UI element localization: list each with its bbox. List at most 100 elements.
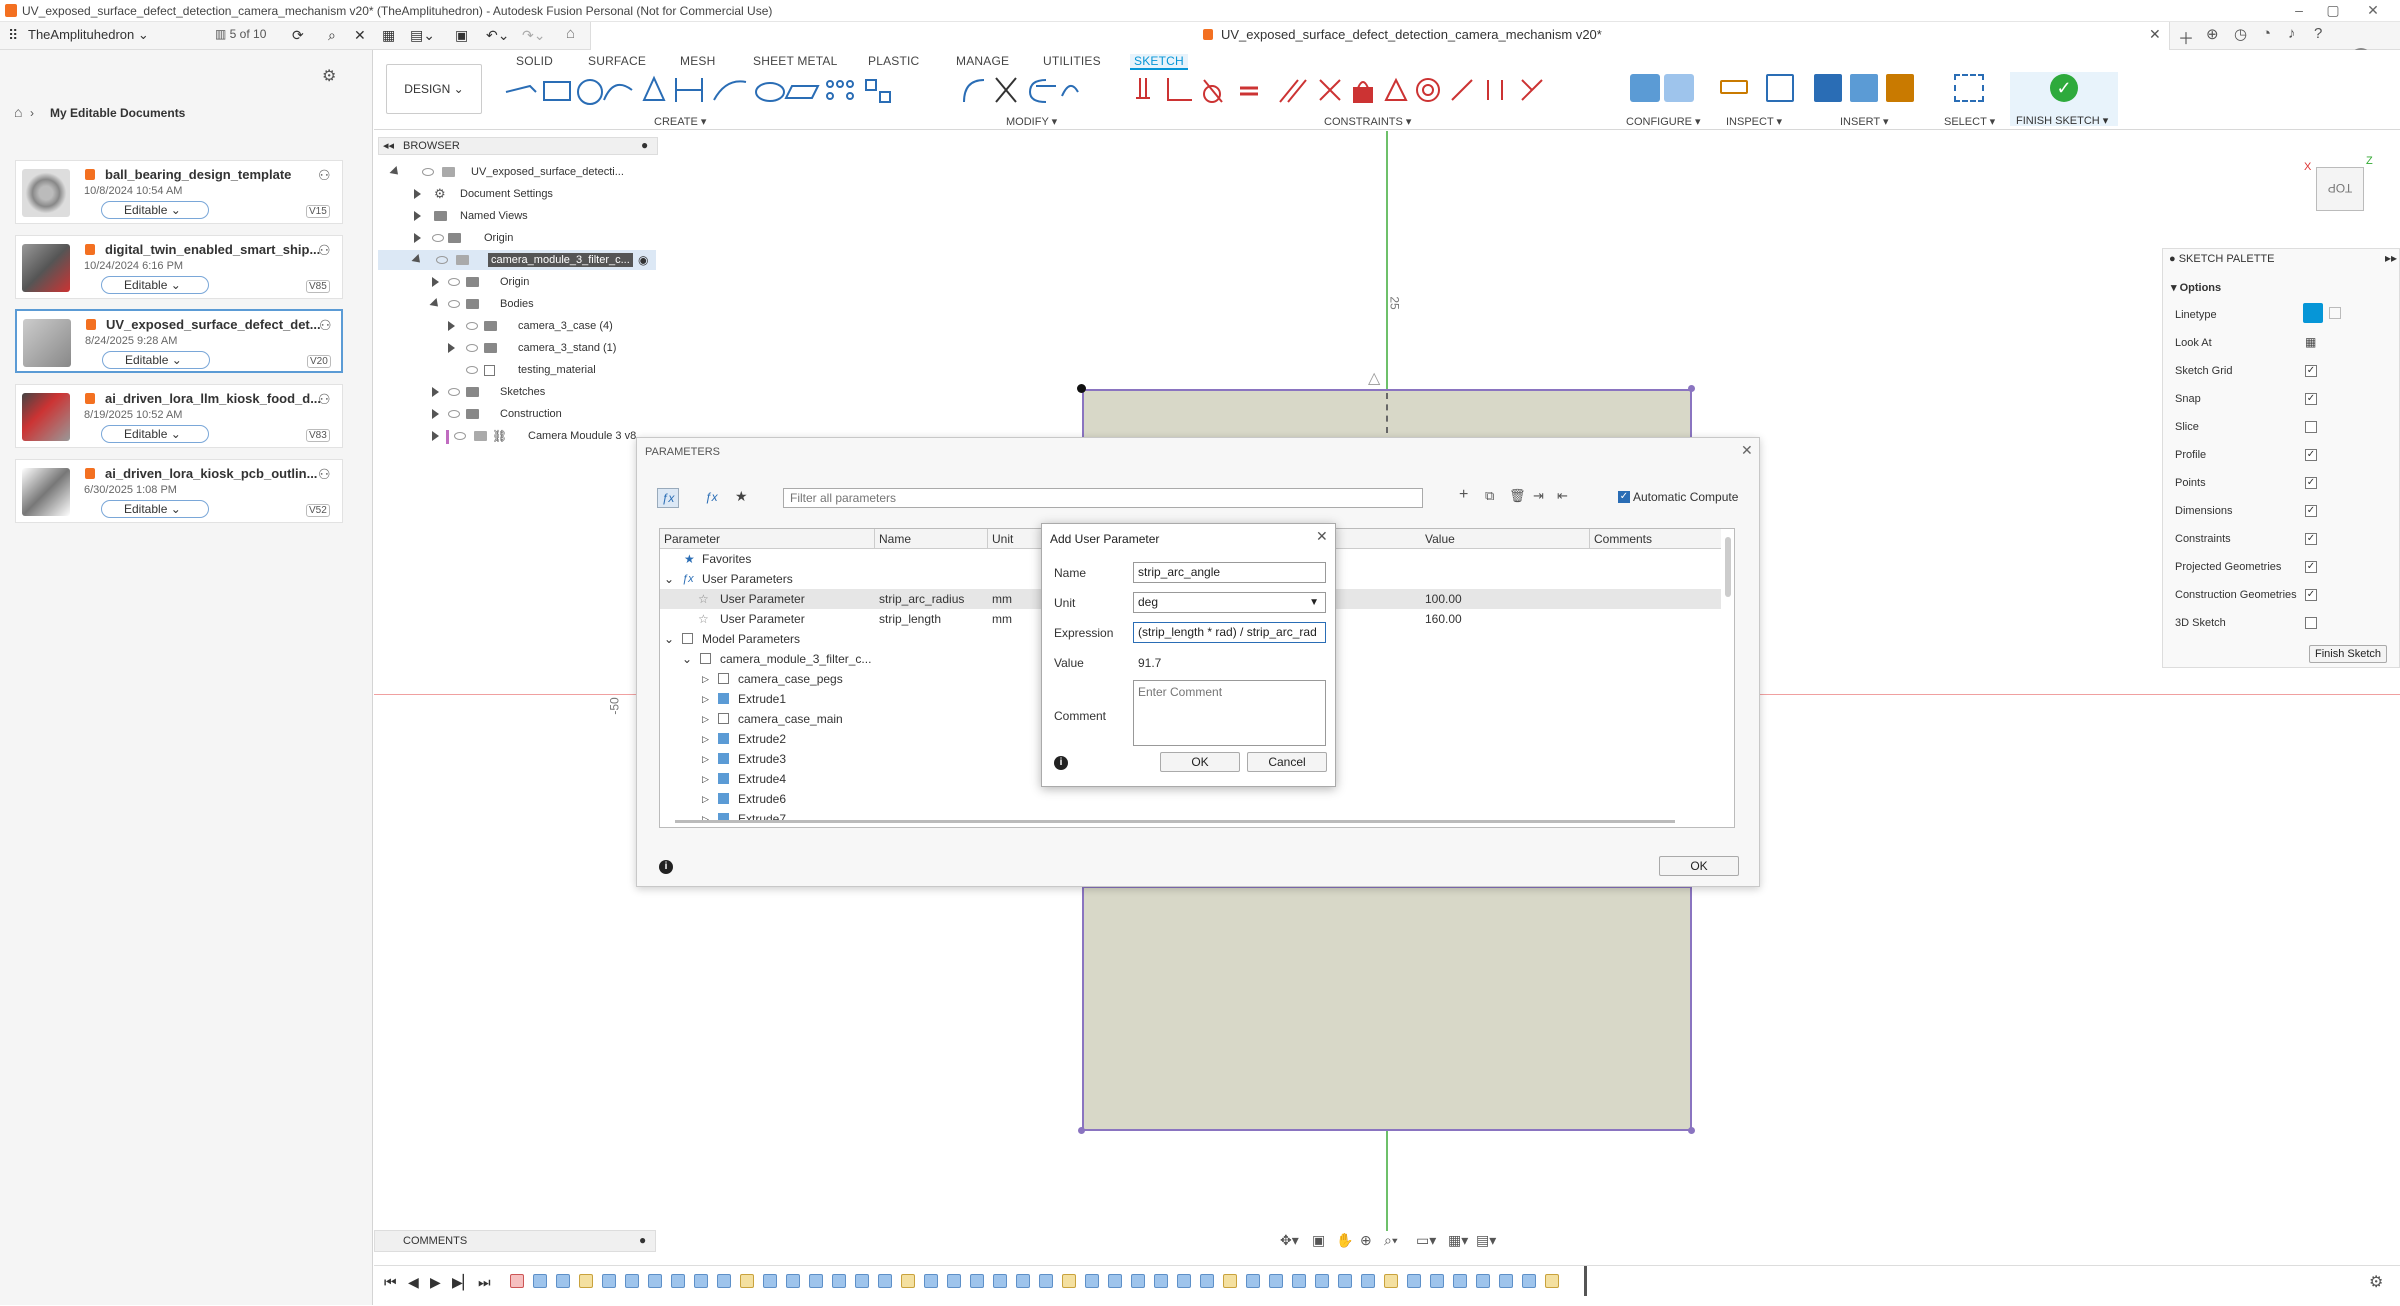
info-icon[interactable]: i [1054, 756, 1068, 770]
group-create[interactable]: CREATE ▾ [654, 115, 706, 128]
sketch-point[interactable] [1077, 384, 1086, 393]
timeline-feature-icon[interactable] [1522, 1274, 1536, 1288]
timeline-feature-icon[interactable] [671, 1274, 685, 1288]
timeline-feature-icon[interactable] [1361, 1274, 1375, 1288]
save-icon[interactable]: ▣ [455, 27, 468, 44]
timeline-feature-icon[interactable] [1177, 1274, 1191, 1288]
tab-mesh[interactable]: MESH [680, 54, 715, 68]
tab-surface[interactable]: SURFACE [588, 54, 646, 68]
step-forward-icon[interactable]: ▶▏ [452, 1274, 474, 1291]
redo-icon[interactable]: ↷⌄ [522, 27, 545, 44]
tree-root[interactable]: UV_exposed_surface_detecti... [378, 162, 668, 182]
export-icon[interactable]: ⇤ [1557, 488, 1568, 504]
people-icon[interactable]: ⚇ [318, 242, 331, 259]
document-card[interactable]: ball_bearing_design_template 10/8/2024 1… [15, 160, 343, 224]
editable-dropdown[interactable]: Editable ⌄ [102, 351, 210, 369]
delete-icon[interactable]: 🗑 [1509, 488, 1526, 504]
timeline-feature-icon[interactable] [855, 1274, 869, 1288]
people-icon[interactable]: ⚇ [319, 317, 332, 334]
timeline-feature-icon[interactable] [1062, 1274, 1076, 1288]
timeline-feature-icon[interactable] [717, 1274, 731, 1288]
timeline-feature-icon[interactable] [1085, 1274, 1099, 1288]
editable-dropdown[interactable]: Editable ⌄ [101, 500, 209, 518]
people-icon[interactable]: ⚇ [318, 167, 331, 184]
timeline-feature-icon[interactable] [602, 1274, 616, 1288]
cancel-button[interactable]: Cancel [1247, 752, 1327, 772]
breadcrumb[interactable]: My Editable Documents [50, 106, 185, 120]
timeline-feature-icon[interactable] [694, 1274, 708, 1288]
3d-sketch-checkbox[interactable] [2305, 617, 2317, 629]
timeline-feature-icon[interactable] [1269, 1274, 1283, 1288]
profile-checkbox[interactable]: ✓ [2305, 449, 2317, 461]
file-menu-icon[interactable]: ▤⌄ [410, 27, 435, 44]
editable-dropdown[interactable]: Editable ⌄ [101, 276, 209, 294]
timeline-feature-icon[interactable] [947, 1274, 961, 1288]
import-icon[interactable]: ⇥ [1533, 488, 1544, 504]
apps-grid-icon[interactable]: ⠿ [8, 27, 18, 44]
configure-icon[interactable] [1630, 74, 1660, 102]
expression-input[interactable]: (strip_length * rad) / strip_arc_rad [1133, 622, 1326, 643]
tab-solid[interactable]: SOLID [516, 54, 553, 68]
notifications-icon[interactable]: ♪ [2288, 25, 2296, 42]
timeline-feature-icon[interactable] [1384, 1274, 1398, 1288]
expand-icon[interactable]: ▸▸ [2385, 251, 2397, 265]
ok-button[interactable]: OK [1160, 752, 1240, 772]
timeline-feature-icon[interactable] [832, 1274, 846, 1288]
dimension-label-top[interactable]: 25 [1388, 296, 1402, 309]
step-back-icon[interactable]: ◀ [408, 1274, 419, 1291]
eye-icon[interactable] [466, 322, 478, 330]
version-badge[interactable]: V52 [306, 504, 330, 517]
look-at-icon[interactable]: ▦ [2305, 335, 2316, 349]
user-params-filter-icon[interactable]: ƒx [705, 490, 718, 504]
help-icon[interactable]: ? [2314, 25, 2322, 42]
close-tab-icon[interactable]: ✕ [2149, 26, 2161, 43]
column-value[interactable]: Value [1421, 529, 1590, 549]
maximize-icon[interactable]: ▢ [2320, 2, 2346, 19]
sketch-point[interactable] [1688, 385, 1695, 392]
eye-icon[interactable] [448, 300, 460, 308]
display-settings-icon[interactable]: ▭▾ [1416, 1232, 1436, 1249]
horizontal-scrollbar[interactable] [675, 820, 1675, 823]
parameters-ok-button[interactable]: OK [1659, 856, 1739, 876]
undo-icon[interactable]: ↶⌄ [486, 27, 509, 44]
timeline-feature-icon[interactable] [970, 1274, 984, 1288]
viewcube[interactable]: TOP [2316, 167, 2364, 211]
timeline-feature-icon[interactable] [809, 1274, 823, 1288]
points-checkbox[interactable]: ✓ [2305, 477, 2317, 489]
eye-icon[interactable] [432, 234, 444, 242]
vertical-scrollbar[interactable] [1725, 537, 1731, 597]
timeline-feature-icon[interactable] [1246, 1274, 1260, 1288]
timeline-feature-icon[interactable] [579, 1274, 593, 1288]
midpoint-constraint-icon[interactable]: △ [1368, 368, 1380, 388]
activate-radio-icon[interactable]: ◉ [638, 250, 648, 270]
document-card[interactable]: digital_twin_enabled_smart_ship... 10/24… [15, 235, 343, 299]
table-icon[interactable] [1664, 74, 1694, 102]
zoom-icon[interactable]: ⊕ [1360, 1232, 1372, 1249]
eye-icon[interactable] [448, 388, 460, 396]
settings-gear-icon[interactable]: ⚙ [322, 66, 336, 86]
timeline-feature-icon[interactable] [648, 1274, 662, 1288]
tab-manage[interactable]: MANAGE [956, 54, 1009, 68]
timeline-marker[interactable] [1584, 1266, 1587, 1296]
pan-icon[interactable]: ✋ [1336, 1232, 1353, 1249]
timeline-feature-icon[interactable] [1453, 1274, 1467, 1288]
timeline-feature-icon[interactable] [924, 1274, 938, 1288]
snap-checkbox[interactable]: ✓ [2305, 393, 2317, 405]
orbit-icon[interactable]: ✥▾ [1280, 1232, 1299, 1249]
insert-svg-icon[interactable] [1886, 74, 1914, 102]
timeline-feature-icon[interactable] [993, 1274, 1007, 1288]
pin-icon[interactable]: ● [641, 138, 648, 152]
group-constraints[interactable]: CONSTRAINTS ▾ [1324, 115, 1411, 128]
linetype-construction-icon[interactable] [2303, 303, 2323, 323]
tab-sheet-metal[interactable]: SHEET METAL [753, 54, 837, 68]
timeline-feature-icon[interactable] [901, 1274, 915, 1288]
editable-dropdown[interactable]: Editable ⌄ [101, 425, 209, 443]
eye-icon[interactable] [448, 410, 460, 418]
eye-icon[interactable] [466, 366, 478, 374]
timeline-feature-icon[interactable] [1292, 1274, 1306, 1288]
filter-parameters-input[interactable] [783, 488, 1423, 508]
close-data-icon[interactable]: ✕ [354, 27, 366, 44]
timeline-feature-icon[interactable] [1016, 1274, 1030, 1288]
close-dialog-icon[interactable]: ✕ [1741, 442, 1753, 459]
column-comments[interactable]: Comments [1590, 529, 1721, 549]
